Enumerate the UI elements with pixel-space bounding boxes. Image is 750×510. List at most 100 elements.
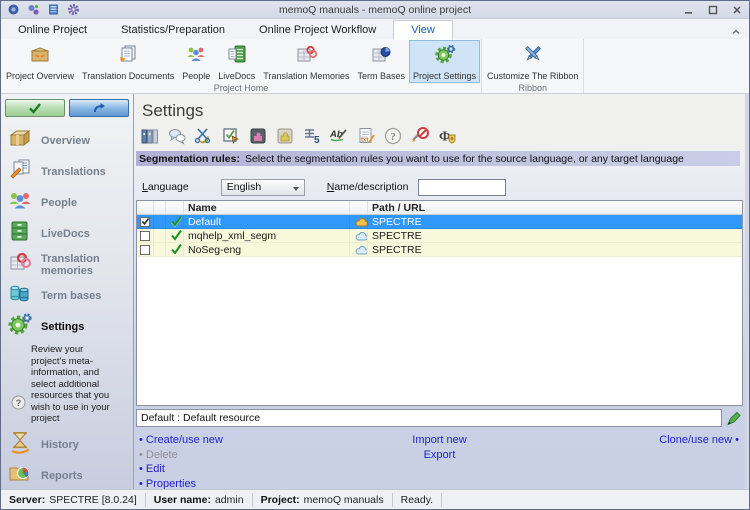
status-ready: Ready.	[393, 492, 443, 507]
people-icon	[7, 187, 33, 218]
valid-check-icon	[171, 215, 182, 228]
sidebar-item-history[interactable]: History	[1, 429, 133, 460]
project-settings-button[interactable]: Project Settings	[409, 40, 481, 83]
status-server: Server: SPECTRE [8.0.24]	[1, 492, 146, 507]
puzzle-dark-icon[interactable]	[247, 125, 269, 147]
translation-memories-button[interactable]: Translation Memories	[259, 40, 353, 83]
question-mark-icon[interactable]: ?	[382, 125, 404, 147]
term-bases-button[interactable]: Term Bases	[354, 40, 410, 83]
memoq-logo-icon[interactable]	[7, 3, 20, 16]
app-window: memoQ manuals - memoQ online project Onl…	[0, 0, 750, 510]
resource-category-toolstrip: 5 Ab txt ? Φ	[134, 123, 745, 149]
ribbon-button-label: People	[182, 71, 211, 81]
resource-name: mqhelp_xml_segm	[184, 229, 350, 242]
sidebar-item-translations[interactable]: Translations	[1, 156, 133, 187]
help-question-icon: ?	[11, 395, 26, 415]
status-project: Project: memoQ manuals	[253, 492, 393, 507]
delete-link: Delete	[139, 448, 338, 463]
svg-text:txt: txt	[361, 138, 368, 144]
puzzle-light-icon[interactable]	[274, 125, 296, 147]
maximize-icon[interactable]	[701, 1, 725, 18]
document-pen-icon[interactable]: txt	[355, 125, 377, 147]
project-overview-icon	[29, 43, 51, 70]
clone-use-new-link[interactable]: Clone/use new	[659, 433, 739, 448]
row-checkbox[interactable]	[140, 244, 150, 255]
quick-access-toolbar	[7, 3, 80, 16]
binders-icon[interactable]	[139, 125, 161, 147]
term-bases-cylinders-icon	[7, 280, 33, 311]
edit-link[interactable]: Edit	[139, 462, 338, 477]
ribbon-button-label: Term Bases	[357, 71, 406, 81]
resource-path: SPECTRE	[372, 243, 422, 256]
minimize-icon[interactable]	[677, 1, 701, 18]
sidebar-item-settings[interactable]: Settings	[1, 311, 133, 342]
header-spacer-column	[154, 201, 166, 214]
header-path-column[interactable]: Path / URL	[368, 201, 742, 214]
language-select-value: English	[226, 181, 262, 193]
sidebar-item-reports[interactable]: Reports	[1, 460, 133, 491]
sidebar-item-livedocs[interactable]: LiveDocs	[1, 218, 133, 249]
curved-arrow-icon	[94, 103, 105, 113]
cloud-gold-icon	[355, 217, 367, 226]
sync-gears-icon[interactable]	[27, 3, 40, 16]
row-checkbox[interactable]	[140, 216, 150, 227]
valid-check-icon	[171, 243, 182, 255]
table-row[interactable]: NoSeg-eng SPECTRE	[137, 243, 742, 257]
table-row[interactable]: mqhelp_xml_segm SPECTRE	[137, 229, 742, 243]
project-overview-button[interactable]: Project Overview	[2, 40, 78, 83]
settings-description: ? Review your project's meta-information…	[1, 342, 133, 429]
phi-shield-icon[interactable]: Φ	[436, 125, 458, 147]
filter-row: Language English Name/description	[136, 178, 743, 196]
livedocs-cabinet-icon	[7, 218, 33, 249]
history-hourglass-icon	[7, 429, 33, 460]
customize-ribbon-button[interactable]: Customize The Ribbon	[483, 40, 582, 83]
chat-bubbles-icon[interactable]	[166, 125, 188, 147]
import-new-link[interactable]: Import new	[412, 433, 466, 448]
translation-documents-button[interactable]: Translation Documents	[78, 40, 178, 83]
checkbox-arrow-icon[interactable]	[220, 125, 242, 147]
tab-statistics-preparation[interactable]: Statistics/Preparation	[104, 21, 242, 39]
ribbon-button-label: Translation Documents	[82, 71, 175, 81]
livedocs-button[interactable]: LiveDocs	[214, 40, 259, 83]
edit-pencil-icon[interactable]	[725, 410, 743, 426]
ribbon-button-label: Project Settings	[413, 71, 477, 81]
translation-memories-rings-icon	[7, 249, 33, 280]
scissors-icon[interactable]	[193, 125, 215, 147]
ribbon-group-ribbon: Customize The Ribbon Ribbon	[482, 39, 585, 93]
collapse-ribbon-chevron-icon[interactable]	[731, 23, 741, 41]
options-gear-icon[interactable]	[67, 3, 80, 16]
valid-check-icon	[171, 229, 182, 241]
ribbon-button-label: Translation Memories	[263, 71, 350, 81]
sidebar-item-term-bases[interactable]: Term bases	[1, 280, 133, 311]
ribbon-button-label: LiveDocs	[218, 71, 256, 81]
resource-description-field[interactable]: Default : Default resource	[136, 409, 722, 427]
project-book-icon[interactable]	[47, 3, 60, 16]
header-name-column[interactable]: Name	[184, 201, 350, 214]
tab-online-project[interactable]: Online Project	[1, 21, 104, 39]
no-entry-pen-icon[interactable]	[409, 125, 431, 147]
table-row[interactable]: Default SPECTRE	[137, 215, 742, 229]
tab-online-project-workflow[interactable]: Online Project Workflow	[242, 21, 393, 39]
language-select[interactable]: English	[220, 178, 305, 196]
category-banner: Segmentation rules: Select the segmentat…	[136, 151, 740, 166]
close-icon[interactable]	[725, 1, 749, 18]
actions-area: Create/use new Delete Edit Properties Im…	[136, 433, 743, 491]
create-use-new-link[interactable]: Create/use new	[139, 433, 338, 448]
navigate-arrow-button[interactable]	[69, 99, 129, 117]
confirm-check-button[interactable]	[5, 99, 65, 117]
sidebar-item-people[interactable]: People	[1, 187, 133, 218]
export-link[interactable]: Export	[424, 448, 456, 463]
sidebar-item-translation-memories[interactable]: Translation memories	[1, 249, 133, 280]
sidebar-item-overview[interactable]: Overview	[1, 125, 133, 156]
svg-text:Ab: Ab	[329, 129, 343, 140]
name-description-input[interactable]	[418, 178, 507, 196]
people-button[interactable]: People	[178, 40, 214, 83]
tab-view[interactable]: View	[393, 20, 453, 40]
abc-pen-icon[interactable]: Ab	[328, 125, 350, 147]
ribbon-tabbar: Online Project Statistics/Preparation On…	[1, 19, 749, 41]
number-five-icon[interactable]: 5	[301, 125, 323, 147]
translation-memories-icon	[295, 43, 318, 70]
page-title: Settings	[142, 101, 204, 120]
row-checkbox[interactable]	[140, 230, 150, 241]
header-status-column	[166, 201, 184, 214]
